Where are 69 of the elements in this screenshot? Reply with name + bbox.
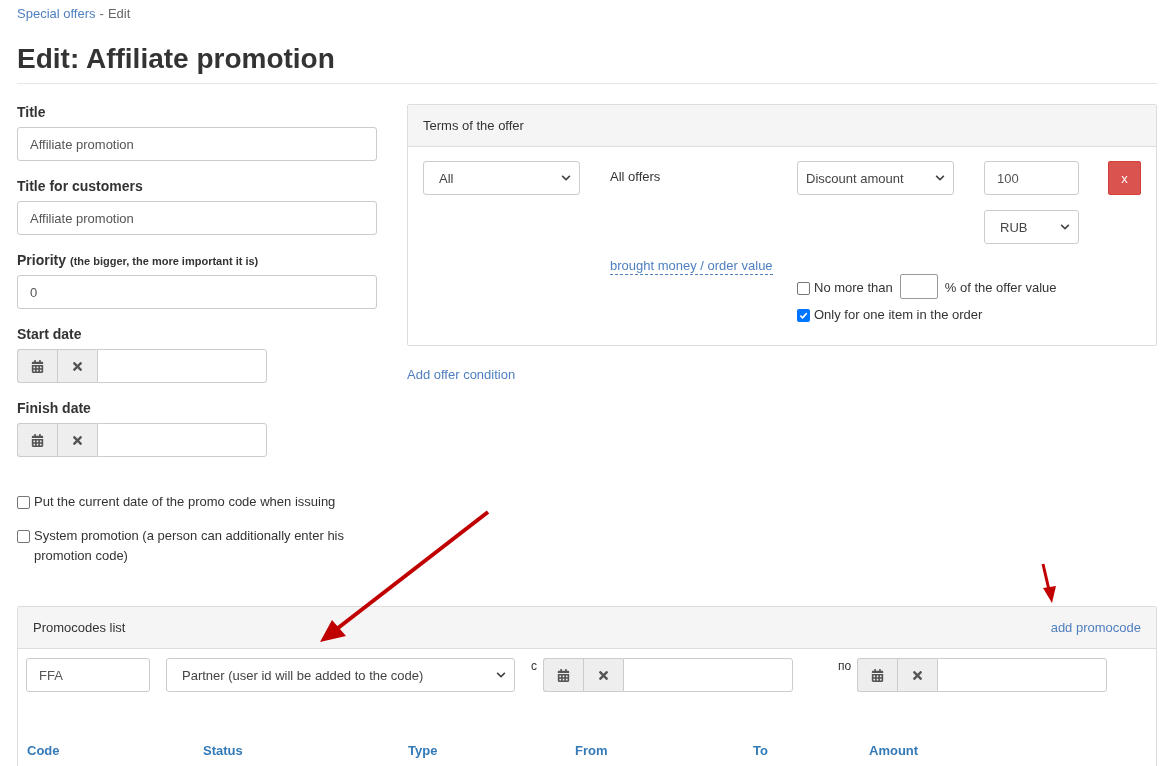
code-input[interactable]: FFA bbox=[26, 658, 150, 692]
column-header[interactable]: Amount bbox=[869, 743, 1147, 758]
date-input[interactable] bbox=[623, 658, 793, 692]
close-icon bbox=[71, 433, 84, 447]
field-hint: (the bigger, the more important it is) bbox=[70, 255, 259, 267]
checkbox[interactable] bbox=[17, 530, 30, 543]
from-label: с bbox=[531, 658, 537, 674]
checkbox[interactable] bbox=[17, 496, 30, 509]
text-input[interactable]: 0 bbox=[17, 275, 377, 309]
column-header[interactable]: From bbox=[575, 743, 753, 758]
clear-button[interactable] bbox=[583, 658, 623, 692]
checkbox-label: Put the current date of the promo code when issuing bbox=[34, 493, 336, 511]
checkbox-label: No more than bbox=[814, 279, 893, 297]
scope-text: All offers bbox=[610, 169, 662, 184]
basis-link[interactable]: brought money / order value bbox=[610, 258, 773, 275]
amount-input[interactable]: 100 bbox=[984, 161, 1079, 195]
currency-select[interactable]: RUB bbox=[984, 210, 1079, 244]
chevron-icon bbox=[1060, 222, 1070, 232]
close-icon bbox=[71, 359, 84, 373]
chevron-icon bbox=[496, 670, 506, 680]
close-icon bbox=[597, 668, 610, 682]
panel-title: Terms of the offer bbox=[423, 118, 524, 133]
calendar-icon bbox=[557, 668, 570, 682]
annotation-arrow bbox=[1041, 563, 1056, 603]
text-input[interactable]: Affiliate promotion bbox=[17, 127, 377, 161]
page-title: Edit: Affiliate promotion bbox=[17, 43, 1157, 84]
date-input[interactable] bbox=[937, 658, 1108, 692]
breadcrumb-link[interactable]: Special offers bbox=[17, 6, 96, 21]
field-label: Title bbox=[17, 104, 47, 120]
add-promocode-link[interactable]: add promocode bbox=[1050, 620, 1141, 635]
add-condition-link[interactable]: Add offer condition bbox=[407, 367, 516, 382]
calendar-button[interactable] bbox=[543, 658, 583, 692]
column-header[interactable]: Code bbox=[27, 743, 203, 758]
close-icon bbox=[911, 668, 925, 682]
clear-button[interactable] bbox=[57, 349, 97, 383]
discount-select[interactable]: Discount amount bbox=[797, 161, 954, 195]
field-label: Priority bbox=[17, 252, 66, 268]
checkbox-label: % of the offer value bbox=[944, 279, 1057, 297]
checkbox[interactable] bbox=[797, 282, 810, 295]
calendar-icon bbox=[871, 668, 885, 682]
clear-button[interactable] bbox=[57, 423, 97, 457]
calendar-button[interactable] bbox=[17, 423, 57, 457]
scope-select[interactable]: All bbox=[423, 161, 580, 195]
to-label: по bbox=[838, 658, 852, 674]
chevron-icon bbox=[935, 173, 945, 183]
text-input[interactable]: Affiliate promotion bbox=[17, 201, 377, 235]
column-header[interactable]: Type bbox=[408, 743, 575, 758]
date-input[interactable] bbox=[97, 349, 267, 383]
percent-input[interactable] bbox=[899, 274, 938, 299]
calendar-icon bbox=[31, 359, 44, 373]
calendar-button[interactable] bbox=[857, 658, 898, 692]
field-label: Title for customers bbox=[17, 178, 144, 194]
type-select[interactable]: Partner (user id will be added to the code) bbox=[166, 658, 515, 692]
calendar-icon bbox=[31, 433, 44, 447]
panel-title: Promocodes list bbox=[33, 620, 126, 635]
field-label: Finish date bbox=[17, 400, 92, 416]
remove-button[interactable]: x bbox=[1108, 161, 1141, 195]
field-label: Start date bbox=[17, 326, 83, 342]
calendar-button[interactable] bbox=[17, 349, 57, 383]
breadcrumb-separator: - bbox=[99, 6, 104, 21]
breadcrumb-current: Edit bbox=[107, 6, 131, 21]
date-input[interactable] bbox=[97, 423, 267, 457]
column-header[interactable]: To bbox=[753, 743, 869, 758]
checkbox-label: System promotion (a person can additionally enter his promotion code) bbox=[34, 527, 345, 565]
chevron-icon bbox=[561, 173, 571, 183]
clear-button[interactable] bbox=[897, 658, 938, 692]
checkbox-label: Only for one item in the order bbox=[814, 306, 983, 324]
column-header[interactable]: Status bbox=[203, 743, 408, 758]
checkbox[interactable] bbox=[797, 309, 810, 322]
